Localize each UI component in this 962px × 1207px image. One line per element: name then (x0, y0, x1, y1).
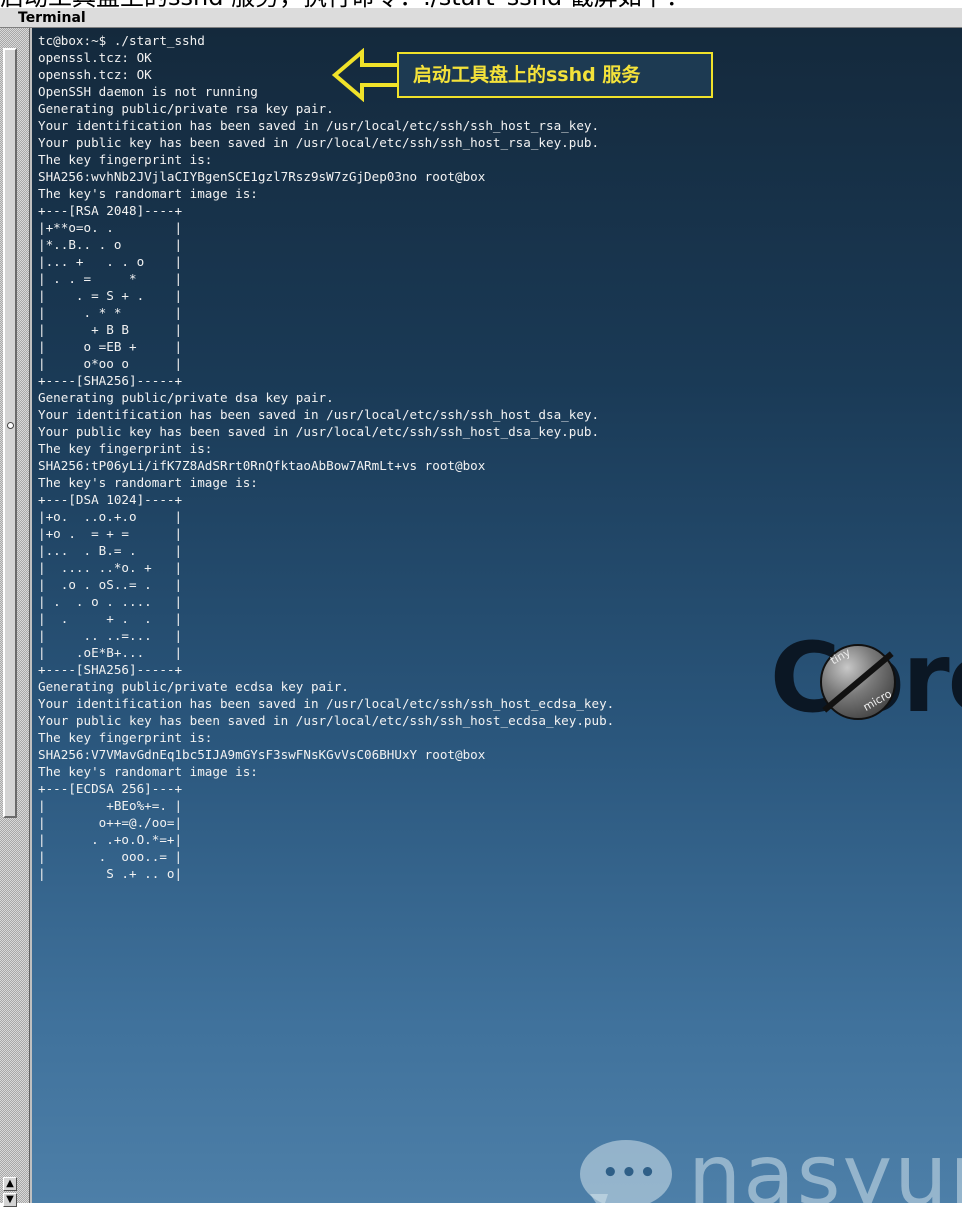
terminal-line: OpenSSH daemon is not running (38, 84, 258, 99)
chat-bubble-dots: ••• (602, 1158, 658, 1188)
terminal-line: | .... ..*o. + | (38, 560, 183, 575)
terminal-line: | . .+o.O.*=+| (38, 832, 183, 847)
terminal-line: +----[SHA256]-----+ (38, 662, 183, 677)
terminal-line: |*..B.. . o | (38, 237, 183, 252)
callout-arrow-icon (332, 48, 402, 102)
terminal-line: openssl.tcz: OK (38, 50, 152, 65)
terminal-window: Terminal ▲ ▼ tc@box:~$ ./start_sshd open… (0, 8, 962, 1207)
terminal-line: | +BEo%+=. | (38, 798, 183, 813)
terminal-line: The key's randomart image is: (38, 186, 258, 201)
terminal-line: | S .+ .. o| (38, 866, 183, 881)
terminal-line: | . . o . .... | (38, 594, 183, 609)
tinycore-logo: Core tiny micro (770, 626, 962, 738)
terminal-line: Your identification has been saved in /u… (38, 407, 600, 422)
title-bar[interactable]: Terminal (0, 8, 962, 28)
terminal-line: | o =EB + | (38, 339, 183, 354)
terminal-line: Your public key has been saved in /usr/l… (38, 135, 600, 150)
thumb-grip-icon (7, 422, 14, 429)
terminal-output-area[interactable]: tc@box:~$ ./start_sshd openssl.tcz: OK o… (32, 28, 962, 1203)
scrollbar-thumb[interactable] (3, 48, 17, 818)
watermark-text: nasyun (688, 1126, 962, 1203)
terminal-line: | . = S + . | (38, 288, 183, 303)
terminal-line: Your identification has been saved in /u… (38, 118, 600, 133)
terminal-line: | .. ..=... | (38, 628, 183, 643)
terminal-line: +---[ECDSA 256]---+ (38, 781, 183, 796)
terminal-line: | . + . . | (38, 611, 183, 626)
vertical-scrollbar[interactable]: ▲ ▼ (0, 28, 30, 1207)
annotation-callout: 启动工具盘上的sshd 服务 (397, 52, 713, 98)
terminal-line: Your public key has been saved in /usr/l… (38, 713, 615, 728)
terminal-line: The key's randomart image is: (38, 475, 258, 490)
scroll-up-button[interactable]: ▲ (3, 1177, 17, 1191)
terminal-line: | . ooo..= | (38, 849, 183, 864)
terminal-line: SHA256:V7VMavGdnEq1bc5IJA9mGYsF3swFNsKGv… (38, 747, 486, 762)
terminal-line: SHA256:tP06yLi/ifK7Z8AdSRrt0RnQfktaoAbBo… (38, 458, 486, 473)
terminal-line: +---[RSA 2048]----+ (38, 203, 183, 218)
terminal-line: | . . = * | (38, 271, 183, 286)
terminal-line: Your public key has been saved in /usr/l… (38, 424, 600, 439)
terminal-line: | .o . oS..= . | (38, 577, 183, 592)
terminal-line: | o*oo o | (38, 356, 183, 371)
terminal-line: | o++=@./oo=| (38, 815, 183, 830)
terminal-line: |... + . . o | (38, 254, 183, 269)
terminal-line: openssh.tcz: OK (38, 67, 152, 82)
terminal-line: +----[SHA256]-----+ (38, 373, 183, 388)
terminal-line: The key fingerprint is: (38, 441, 213, 456)
terminal-line: The key fingerprint is: (38, 730, 213, 745)
terminal-line: | . * * | (38, 305, 183, 320)
terminal-line: |... . B.= . | (38, 543, 183, 558)
terminal-line: tc@box:~$ ./start_sshd (38, 33, 205, 48)
nasyun-watermark: ••• nasyun (580, 1128, 962, 1203)
window-title: Terminal (18, 10, 86, 26)
terminal-line: The key fingerprint is: (38, 152, 213, 167)
terminal-line: +---[DSA 1024]----+ (38, 492, 183, 507)
terminal-line: | + B B | (38, 322, 183, 337)
terminal-line: |+**o=o. . | (38, 220, 183, 235)
scroll-down-button[interactable]: ▼ (3, 1193, 17, 1207)
terminal-line: SHA256:wvhNb2JVjlaCIYBgenSCE1gzl7Rsz9sW7… (38, 169, 486, 184)
terminal-line: Generating public/private rsa key pair. (38, 101, 334, 116)
terminal-line: | .oE*B+... | (38, 645, 183, 660)
terminal-line: Generating public/private dsa key pair. (38, 390, 334, 405)
terminal-line: |+o . = + = | (38, 526, 183, 541)
terminal-line: Generating public/private ecdsa key pair… (38, 679, 349, 694)
terminal-line: The key's randomart image is: (38, 764, 258, 779)
terminal-output: tc@box:~$ ./start_sshd openssl.tcz: OK o… (38, 32, 614, 882)
terminal-line: Your identification has been saved in /u… (38, 696, 615, 711)
page-caption: 启动工具盘上的sshd 服务，执行命令：./start_sshd 截屏如下： (0, 0, 962, 8)
terminal-line: |+o. ..o.+.o | (38, 509, 183, 524)
